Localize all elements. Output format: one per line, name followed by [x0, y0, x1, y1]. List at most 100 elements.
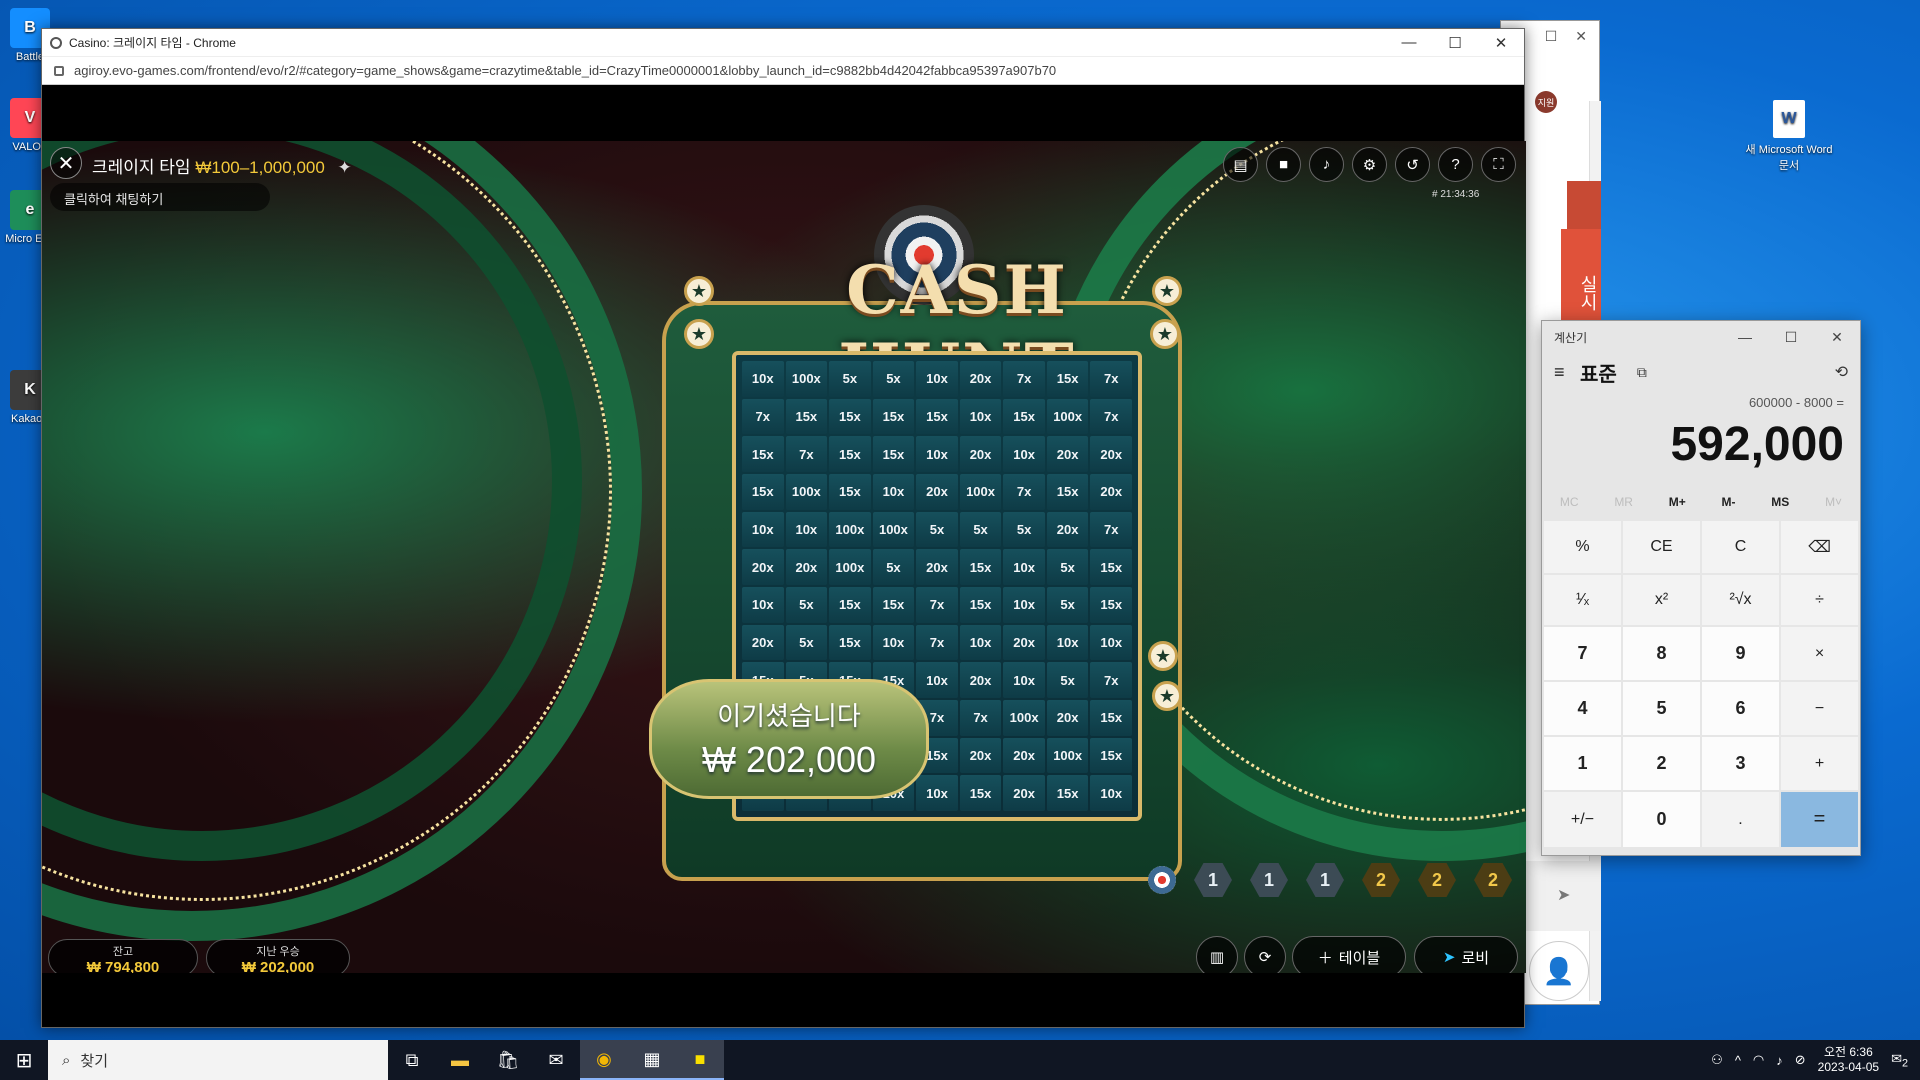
calculator-taskbar-icon[interactable]: ▦ — [628, 1040, 676, 1080]
add-table-button[interactable]: ＋ 테이블 — [1292, 936, 1406, 973]
bg-close-icon[interactable]: ✕ — [1575, 28, 1587, 45]
multiplier-cell: 15x — [1090, 549, 1132, 585]
taskbar-search[interactable]: ⌕ 찾기 — [48, 1040, 388, 1080]
lobby-button[interactable]: ➤ 로비 — [1414, 936, 1518, 973]
chat-icon[interactable]: ▤ — [1223, 147, 1258, 182]
tray-expand-icon[interactable]: ^ — [1735, 1053, 1741, 1068]
calc-minimize-button[interactable]: — — [1722, 329, 1768, 346]
calc-key-backspace[interactable]: ⌫ — [1781, 521, 1858, 573]
game-title: 크레이지 타임 ₩100–1,000,000 ✦ — [92, 153, 352, 178]
memory-subtract-button[interactable]: M- — [1722, 495, 1736, 509]
multiplier-cell: 100x — [829, 549, 871, 585]
multiplier-cell: 5x — [1046, 587, 1089, 623]
hamburger-menu-icon[interactable]: ≡ — [1554, 362, 1580, 383]
multiplier-cell: 10x — [916, 662, 958, 698]
calc-key-divide[interactable]: ÷ — [1781, 575, 1858, 625]
minimize-button[interactable]: — — [1386, 34, 1432, 52]
volume-tray-icon[interactable]: ♪ — [1776, 1053, 1783, 1068]
calc-key-negate[interactable]: +/− — [1544, 792, 1621, 847]
calc-key-clear[interactable]: C — [1702, 521, 1779, 573]
multiplier-cell: 15x — [1046, 775, 1089, 811]
keep-on-top-icon[interactable]: ⧉ — [1637, 364, 1647, 381]
url-text[interactable]: agiroy.evo-games.com/frontend/evo/r2/#ca… — [74, 63, 1056, 78]
file-explorer-icon[interactable]: ▬ — [436, 1040, 484, 1080]
mail-icon[interactable]: ✉ — [532, 1040, 580, 1080]
pin-icon[interactable]: ✦ — [338, 158, 352, 177]
bg-red-strip — [1567, 181, 1601, 231]
store-icon[interactable]: 🛍 — [484, 1040, 532, 1080]
windows-start-button[interactable]: ⊞ — [0, 1040, 48, 1080]
notification-icon[interactable]: ✉2 — [1891, 1051, 1908, 1070]
stats-button[interactable]: ▥ — [1196, 936, 1238, 973]
calc-key-square-root[interactable]: ²√x — [1702, 575, 1779, 625]
calc-key-0[interactable]: 0 — [1623, 792, 1700, 847]
calc-key-1[interactable]: 1 — [1544, 737, 1621, 790]
last-win-pill: 지난 우승 ₩ 202,000 — [206, 939, 350, 973]
maximize-button[interactable]: ☐ — [1432, 34, 1478, 52]
chat-input[interactable]: 클릭하여 채팅하기 — [50, 183, 270, 211]
multiplier-cell: 7x — [1090, 398, 1132, 435]
help-icon[interactable]: ? — [1438, 147, 1473, 182]
calc-key-5[interactable]: 5 — [1623, 682, 1700, 735]
calc-key-8[interactable]: 8 — [1623, 627, 1700, 680]
calc-key-6[interactable]: 6 — [1702, 682, 1779, 735]
calc-close-button[interactable]: ✕ — [1814, 329, 1860, 346]
user-avatar-icon[interactable]: 👤 — [1529, 941, 1589, 1001]
calc-history-icon[interactable]: ⟲ — [1835, 362, 1848, 382]
send-arrow-icon[interactable]: ➤ — [1557, 885, 1570, 905]
video-icon[interactable]: ■ — [1266, 147, 1301, 182]
multiplier-cell: 10x — [742, 587, 784, 623]
kakaotalk-taskbar-icon[interactable]: ■ — [676, 1040, 724, 1080]
calc-key-4[interactable]: 4 — [1544, 682, 1621, 735]
multiplier-cell: 10x — [785, 511, 828, 548]
calc-key-multiply[interactable]: × — [1781, 627, 1858, 680]
volume-icon[interactable]: ♪ — [1309, 147, 1344, 182]
fullscreen-icon[interactable]: ⛶ — [1481, 147, 1516, 182]
profile-avatar[interactable]: 지원 — [1535, 91, 1557, 113]
clock[interactable]: 오전 6:36 2023-04-05 — [1818, 1045, 1879, 1075]
memory-recall-button[interactable]: MR — [1614, 495, 1633, 509]
calc-key-subtract[interactable]: − — [1781, 682, 1858, 735]
multiplier-cell: 7x — [1090, 662, 1132, 698]
calc-key-square[interactable]: x² — [1623, 575, 1700, 625]
calc-key-percent[interactable]: % — [1544, 521, 1621, 573]
chrome-taskbar-icon[interactable]: ◉ — [580, 1040, 628, 1080]
calc-maximize-button[interactable]: ☐ — [1768, 329, 1814, 346]
multiplier-cell: 100x — [1046, 737, 1089, 774]
multiplier-cell: 10x — [916, 436, 958, 472]
multiplier-cell: 7x — [1003, 474, 1045, 510]
calc-key-3[interactable]: 3 — [1702, 737, 1779, 790]
clock-date: 2023-04-05 — [1817, 1060, 1880, 1074]
bg-maximize-icon[interactable]: ☐ — [1545, 28, 1558, 45]
memory-add-button[interactable]: M+ — [1669, 495, 1686, 509]
close-button[interactable]: ✕ — [1478, 34, 1524, 52]
multiplier-cell: 7x — [916, 587, 958, 623]
settings-icon[interactable]: ⚙ — [1352, 147, 1387, 182]
task-view-icon[interactable]: ⧉ — [388, 1040, 436, 1080]
multiplier-cell: 20x — [959, 436, 1002, 472]
multiplier-cell: 100x — [1046, 398, 1089, 435]
calc-key-clear-entry[interactable]: CE — [1623, 521, 1700, 573]
calc-key-decimal[interactable]: . — [1702, 792, 1779, 847]
close-game-button[interactable]: ✕ — [50, 147, 82, 179]
history-icon[interactable]: ↺ — [1395, 147, 1430, 182]
vpn-icon[interactable]: ⊘ — [1795, 1052, 1806, 1068]
calc-key-9[interactable]: 9 — [1702, 627, 1779, 680]
multiplier-cell: 7x — [1003, 361, 1045, 397]
calc-key-2[interactable]: 2 — [1623, 737, 1700, 790]
calc-key-add[interactable]: + — [1781, 737, 1858, 790]
history-item: 1 — [1306, 863, 1344, 897]
repeat-button[interactable]: ⟳ — [1244, 936, 1286, 973]
address-bar[interactable]: agiroy.evo-games.com/frontend/evo/r2/#ca… — [42, 57, 1524, 85]
network-icon[interactable]: ◠ — [1753, 1052, 1764, 1068]
people-icon[interactable]: ⚇ — [1711, 1052, 1723, 1068]
memory-clear-button[interactable]: MC — [1560, 495, 1579, 509]
calc-key-reciprocal[interactable]: ¹⁄ₓ — [1544, 575, 1621, 625]
memory-list-button[interactable]: M˅ — [1825, 495, 1842, 509]
multiplier-cell: 100x — [785, 474, 828, 510]
memory-store-button[interactable]: MS — [1771, 495, 1789, 509]
bg-send-area[interactable]: ➤ — [1521, 861, 1601, 931]
desktop-icon-word-doc[interactable]: W 새 Microsoft Word 문서 — [1745, 100, 1833, 173]
calc-key-7[interactable]: 7 — [1544, 627, 1621, 680]
calc-key-equals[interactable]: = — [1781, 792, 1858, 847]
